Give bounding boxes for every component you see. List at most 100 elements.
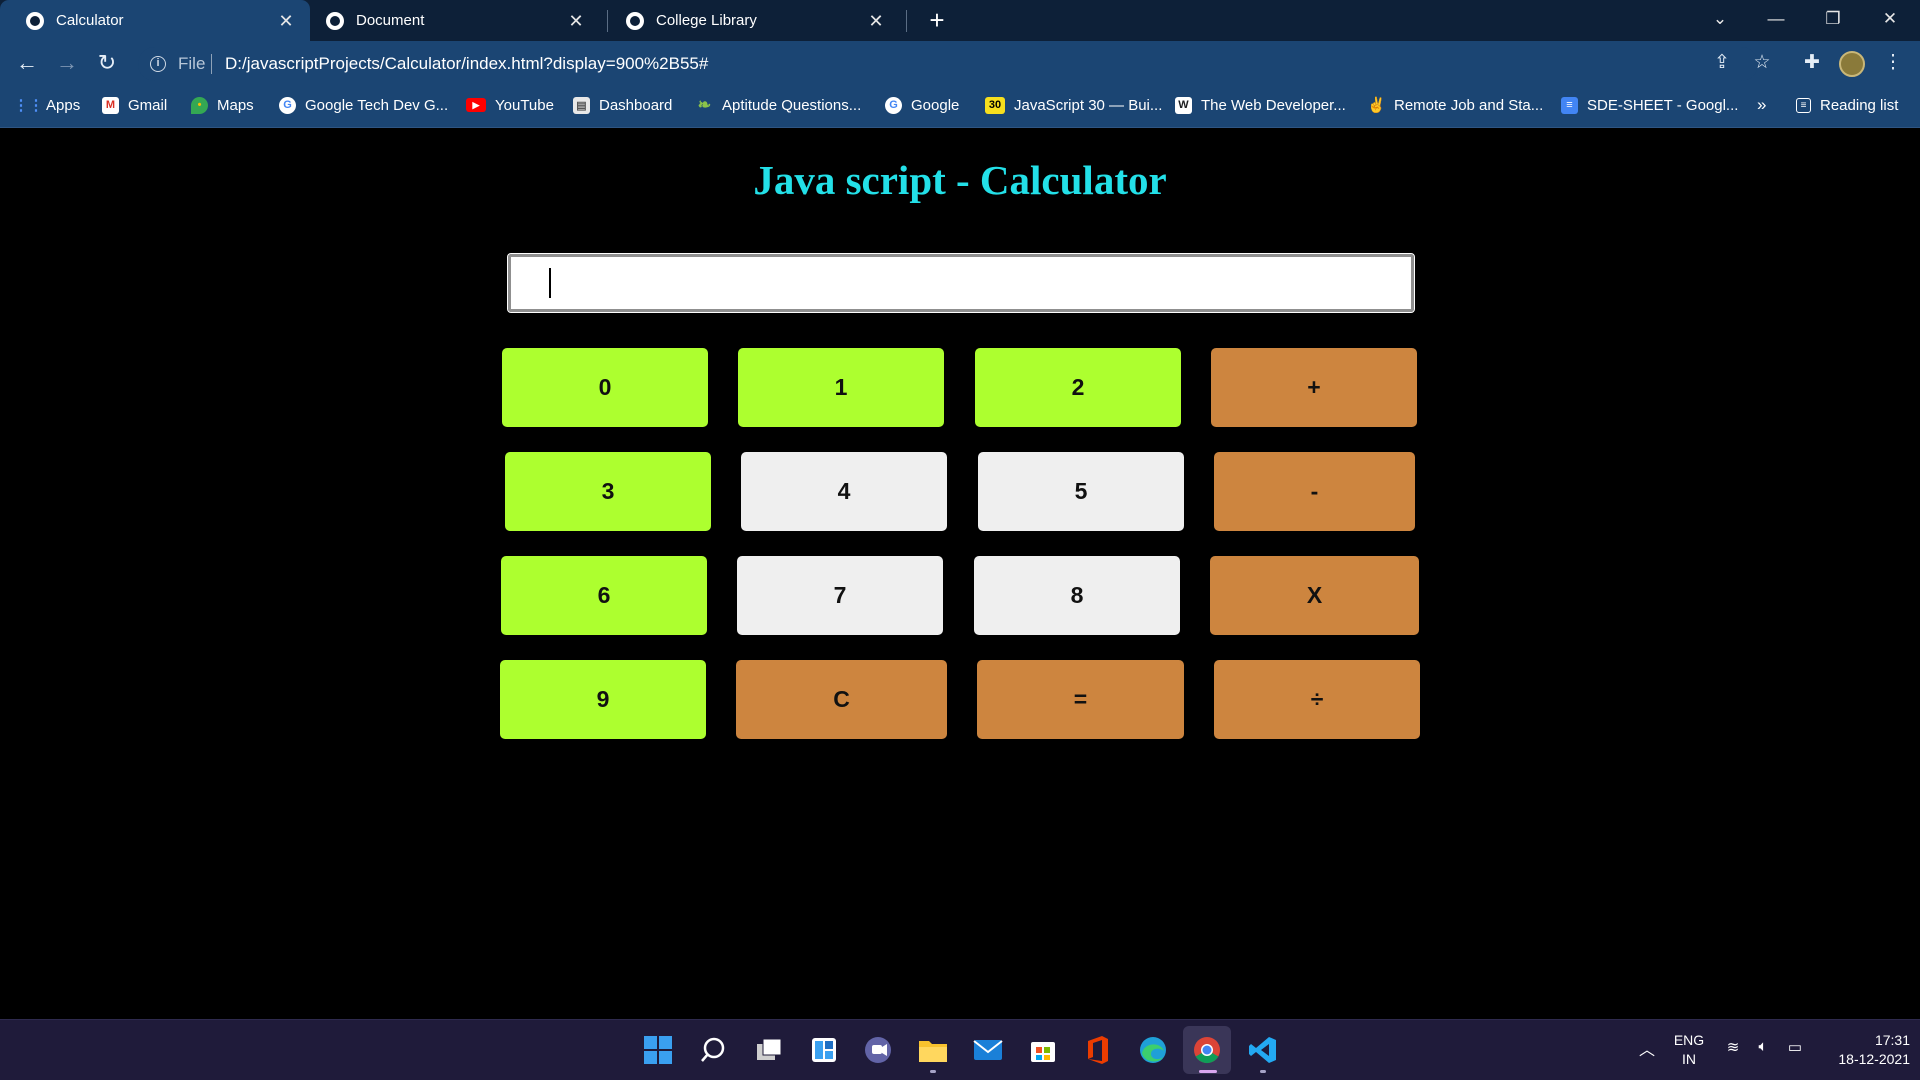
clock[interactable]: 17:31 18-12-2021 bbox=[1815, 1031, 1910, 1069]
extensions-icon[interactable]: ✚ bbox=[1799, 50, 1825, 76]
bookmark-label: Apps bbox=[46, 96, 81, 114]
tab-search-icon[interactable]: ⌄ bbox=[1697, 0, 1743, 38]
close-tab-icon[interactable]: ✕ bbox=[866, 11, 886, 31]
running-indicator bbox=[930, 1070, 936, 1073]
leaf-icon: ❧ bbox=[697, 97, 712, 114]
bookmark-label: YouTube bbox=[495, 96, 554, 114]
task-view-icon[interactable] bbox=[753, 1034, 785, 1066]
key-9[interactable]: 9 bbox=[500, 660, 706, 739]
wifi-icon[interactable]: ≋ bbox=[1722, 1038, 1744, 1056]
key-divide[interactable]: ÷ bbox=[1214, 660, 1420, 739]
bookmarks-overflow-button[interactable]: » bbox=[1757, 94, 1766, 116]
bookmark-google[interactable]: G Google bbox=[885, 94, 959, 116]
js30-icon: 30 bbox=[985, 96, 1005, 114]
tab-label: College Library bbox=[656, 12, 757, 29]
key-5[interactable]: 5 bbox=[978, 452, 1184, 531]
store-icon[interactable] bbox=[1027, 1034, 1059, 1066]
bookmark-label: Maps bbox=[217, 96, 254, 114]
page-viewport: Java script - Calculator 0 1 2 + 3 4 5 -… bbox=[0, 129, 1920, 1019]
key-4[interactable]: 4 bbox=[741, 452, 947, 531]
clock-date: 18-12-2021 bbox=[1838, 1051, 1910, 1067]
gmail-icon: M bbox=[102, 96, 119, 114]
chrome-icon[interactable] bbox=[1191, 1034, 1223, 1066]
bookmark-label: The Web Developer... bbox=[1201, 96, 1346, 114]
bookmark-apps[interactable]: ⋮⋮ Apps bbox=[13, 94, 81, 116]
bookmark-aptitude[interactable]: ❧ Aptitude Questions... bbox=[696, 94, 861, 116]
bookmark-star-icon[interactable]: ☆ bbox=[1749, 50, 1775, 76]
file-explorer-icon[interactable] bbox=[917, 1034, 949, 1066]
key-8[interactable]: 8 bbox=[974, 556, 1180, 635]
key-clear[interactable]: C bbox=[736, 660, 947, 739]
tab-label: Document bbox=[356, 12, 425, 29]
share-icon[interactable]: ⇪ bbox=[1709, 50, 1735, 76]
tab-divider bbox=[906, 10, 907, 32]
key-multiply[interactable]: X bbox=[1210, 556, 1419, 635]
key-plus[interactable]: + bbox=[1211, 348, 1417, 427]
minimize-icon[interactable]: — bbox=[1753, 0, 1799, 38]
close-tab-icon[interactable]: ✕ bbox=[566, 11, 586, 31]
tab-calculator[interactable]: Calculator ✕ bbox=[0, 0, 310, 41]
restore-icon[interactable]: ❐ bbox=[1810, 0, 1856, 38]
running-indicator bbox=[1260, 1070, 1266, 1073]
widgets-icon[interactable] bbox=[808, 1034, 840, 1066]
tab-document[interactable]: Document ✕ bbox=[300, 0, 600, 41]
info-icon[interactable]: i bbox=[150, 56, 166, 72]
key-3[interactable]: 3 bbox=[505, 452, 711, 531]
forward-icon[interactable]: → bbox=[52, 48, 82, 78]
key-minus[interactable]: - bbox=[1214, 452, 1415, 531]
key-equals[interactable]: = bbox=[977, 660, 1184, 739]
key-0[interactable]: 0 bbox=[502, 348, 708, 427]
bookmark-label: Gmail bbox=[128, 96, 168, 114]
google-icon: G bbox=[885, 96, 902, 114]
key-1[interactable]: 1 bbox=[738, 348, 944, 427]
key-7[interactable]: 7 bbox=[737, 556, 943, 635]
edge-icon[interactable] bbox=[1137, 1034, 1169, 1066]
profile-avatar[interactable] bbox=[1839, 51, 1865, 77]
maps-icon: • bbox=[191, 96, 208, 114]
key-6[interactable]: 6 bbox=[501, 556, 707, 635]
apps-grid-icon: ⋮⋮ bbox=[13, 96, 44, 114]
key-2[interactable]: 2 bbox=[975, 348, 1181, 427]
bookmark-remote-job[interactable]: ✌ Remote Job and Sta... bbox=[1367, 94, 1543, 116]
back-icon[interactable]: ← bbox=[12, 48, 42, 78]
menu-kebab-icon[interactable]: ⋮ bbox=[1880, 50, 1906, 76]
language-code: ENG bbox=[1673, 1032, 1705, 1048]
reading-list-label: Reading list bbox=[1820, 96, 1899, 114]
windows-start-icon[interactable] bbox=[642, 1034, 674, 1066]
close-tab-icon[interactable]: ✕ bbox=[276, 11, 296, 31]
calculator-display[interactable] bbox=[507, 253, 1415, 313]
show-hidden-icons-icon[interactable]: ︿ bbox=[1637, 1036, 1657, 1060]
battery-icon[interactable]: ▭ bbox=[1784, 1038, 1806, 1056]
bookmark-label: Google Tech Dev G... bbox=[305, 96, 449, 114]
bookmark-label: SDE-SHEET - Googl... bbox=[1587, 96, 1739, 114]
tab-college-library[interactable]: College Library ✕ bbox=[600, 0, 900, 41]
bookmark-youtube[interactable]: ▶ YouTube bbox=[466, 94, 554, 116]
windows-taskbar bbox=[0, 1019, 1920, 1080]
page-title: Java script - Calculator bbox=[753, 157, 1167, 203]
bookmark-label: Dashboard bbox=[599, 96, 673, 114]
bookmark-label: JavaScript 30 — Bui... bbox=[1014, 96, 1163, 114]
mail-icon[interactable] bbox=[972, 1034, 1004, 1066]
dashboard-icon: ▤ bbox=[573, 96, 590, 114]
bookmark-dashboard[interactable]: ▤ Dashboard bbox=[573, 94, 672, 116]
teams-chat-icon[interactable] bbox=[862, 1034, 894, 1066]
bookmark-gmail[interactable]: M Gmail bbox=[102, 94, 167, 116]
bookmark-web-developer[interactable]: W The Web Developer... bbox=[1175, 94, 1346, 116]
language-indicator[interactable]: ENG IN bbox=[1671, 1031, 1707, 1069]
reading-list-button[interactable]: ≡ Reading list bbox=[1796, 94, 1898, 116]
close-window-icon[interactable]: ✕ bbox=[1867, 0, 1913, 38]
vscode-icon[interactable] bbox=[1247, 1034, 1279, 1066]
bookmark-sde-sheet[interactable]: ≡ SDE-SHEET - Googl... bbox=[1561, 94, 1738, 116]
bookmark-google-tech-dev[interactable]: G Google Tech Dev G... bbox=[279, 94, 448, 116]
new-tab-button[interactable]: + bbox=[923, 6, 951, 34]
url-text[interactable]: D:/javascriptProjects/Calculator/index.h… bbox=[225, 54, 708, 74]
search-icon[interactable] bbox=[697, 1034, 729, 1066]
youtube-icon: ▶ bbox=[466, 98, 486, 112]
url-scheme-label: File bbox=[178, 54, 206, 73]
bookmark-javascript30[interactable]: 30 JavaScript 30 — Bui... bbox=[985, 94, 1162, 116]
bookmark-maps[interactable]: • Maps bbox=[191, 94, 254, 116]
office-icon[interactable] bbox=[1082, 1034, 1114, 1066]
globe-icon bbox=[26, 11, 44, 30]
reload-icon[interactable]: ↻ bbox=[92, 48, 122, 78]
volume-icon[interactable]: 🔈︎ bbox=[1752, 1038, 1774, 1055]
